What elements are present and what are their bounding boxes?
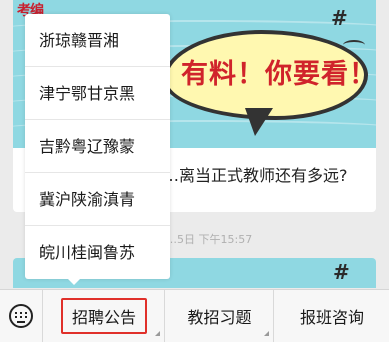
bubble-text: 有料！你要看！ xyxy=(181,59,376,90)
message-timestamp: …5日 下午15:57 xyxy=(166,233,253,246)
submenu-item-jin-ning-e-gan-jing-hei[interactable]: 津宁鄂甘京黑 xyxy=(25,67,170,120)
hash-decoration: # xyxy=(331,6,348,30)
submenu-item-zhe-qiong-gan-jin-xiang[interactable]: 浙琼赣晋湘 xyxy=(25,14,170,67)
menu-tab-label: 报班咨询 xyxy=(299,308,364,327)
menu-tab-label: 教招习题 xyxy=(187,308,252,327)
submenu-popup: 浙琼赣晋湘 津宁鄂甘京黑 吉黔粤辽豫蒙 冀沪陕渝滇青 皖川桂闽鲁苏 xyxy=(25,14,170,279)
speech-bubble-tail xyxy=(245,108,273,136)
menu-tab-label: 招聘公告 xyxy=(60,298,147,334)
submenu-pointer xyxy=(66,277,82,285)
keyboard-toggle-button[interactable] xyxy=(0,290,43,342)
submenu-item-ji-hu-shan-yu-dian-qing[interactable]: 冀沪陕渝滇青 xyxy=(25,173,170,226)
article-title: …离当正式教师还有多远? xyxy=(163,166,348,185)
submenu-item-ji-qian-yue-liao-yu-meng[interactable]: 吉黔粤辽豫蒙 xyxy=(25,120,170,173)
menu-tab-class-consultation[interactable]: 报班咨询 xyxy=(275,290,389,342)
submenu-item-wan-chuan-gui-min-lu-su[interactable]: 皖川桂闽鲁苏 xyxy=(25,226,170,279)
hash-decoration: # xyxy=(333,260,350,284)
menu-tab-exam-exercises[interactable]: 教招习题 xyxy=(166,290,274,342)
bottom-menu-bar: 招聘公告 教招习题 报班咨询 xyxy=(0,289,389,342)
menu-tab-recruitment-notice[interactable]: 招聘公告 xyxy=(44,290,165,342)
submenu-indicator-icon xyxy=(264,331,269,336)
submenu-indicator-icon xyxy=(155,331,160,336)
keyboard-icon xyxy=(9,304,33,328)
